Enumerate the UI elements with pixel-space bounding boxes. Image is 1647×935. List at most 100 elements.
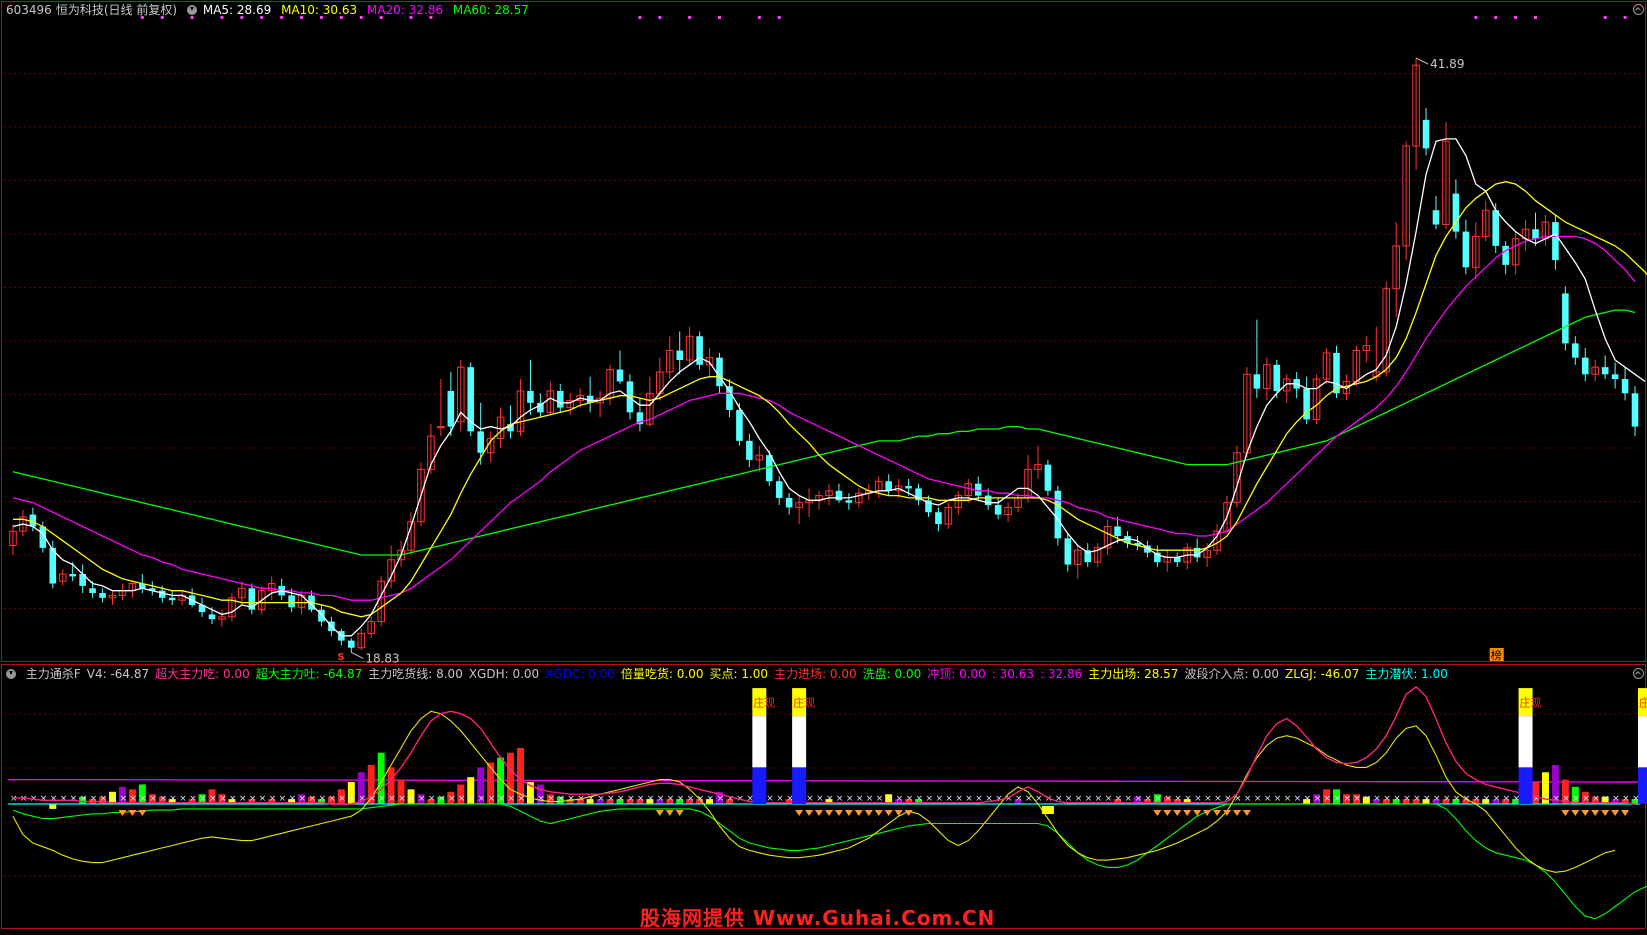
s-marker: S [337,652,344,663]
candle-body-down [1611,374,1619,380]
signal-base [792,767,807,804]
candle-body-down [168,597,176,601]
indicator-label-10: 洗盘: 0.00 [862,667,922,681]
diamond-marker [138,810,147,816]
x-marker: × [677,794,685,804]
signal-label: 庄现 [1520,695,1542,709]
diamond-marker [1601,810,1610,816]
candle-body-down [1114,526,1121,536]
indicator-label-6: XGDC: 0.00 [545,667,615,681]
collapse-icon[interactable] [1633,668,1644,679]
x-marker: × [647,794,655,804]
stock-code: 603496 [6,3,52,17]
candle-body-down [1054,490,1062,539]
indicator-label-3: 超大主力吐: -64.87 [255,667,363,681]
low-price-label: 18.83 [365,651,399,665]
indicator-label-11: 冲顶: 0.00 [927,667,986,681]
diamond-marker [1173,810,1182,816]
candle-body-down [527,390,534,403]
x-marker: × [726,794,734,804]
candle-body-down [1273,364,1281,391]
diamond-marker [1621,810,1630,816]
x-marker: × [627,794,635,804]
diamond-marker [854,810,863,816]
diamond-marker [1232,810,1241,816]
diamond-marker [128,810,137,816]
diamond-marker [1581,810,1590,816]
x-marker: × [90,794,98,804]
candlestick-chart[interactable]: 41.8918.83S 榜× × × × × × × × × × × × × × × × × × × × × × × × × × × ×… [0,0,1647,932]
candle-body-down [1462,231,1470,268]
signal-dot [777,16,781,19]
signal-label: 庄现 [793,695,815,709]
x-marker: × [50,794,58,804]
ma5-label: MA5: 28.69 [202,3,272,17]
x-marker: × [478,794,486,804]
indicator-bar [49,804,57,809]
x-marker: × [1284,794,1292,804]
x-marker: × [1493,794,1501,804]
x-marker: × [498,794,506,804]
yellow-marker [1041,806,1054,814]
signal-mid [752,716,767,768]
ma20-label: MA20: 32.86 [366,3,444,17]
low-pointer [351,652,364,659]
x-marker: × [488,794,496,804]
signal-mid [1518,716,1533,768]
indicator-label-1: V4: -64.87 [86,667,150,681]
flat-line [7,778,1641,783]
dropdown-icon[interactable] [6,669,16,679]
dropdown-icon[interactable] [186,5,197,15]
x-marker: × [1244,794,1252,804]
signal-base [1637,767,1647,804]
signal-dot [1474,16,1478,19]
candle-body-down [288,595,295,608]
candle-body-down [1552,222,1559,261]
signal-mid [1637,716,1647,768]
x-marker: × [1304,794,1312,804]
x-marker: × [537,794,545,804]
diamond-marker [884,810,893,816]
indicator-label-9: 主力进场: 0.00 [774,667,857,681]
indicator-label-15: 波段介入点: 0.00 [1184,667,1280,681]
x-marker: × [80,794,88,804]
candle-body-down [676,350,683,361]
indicator-label-8: 买点: 1.00 [709,667,769,681]
collapse-icon[interactable] [1633,4,1644,15]
candle-body-down [557,390,564,408]
x-marker: × [597,794,605,804]
diamond-marker [1242,810,1251,816]
candle-body-down [1432,210,1440,225]
chart-mode: (日线 前复权) [103,3,178,17]
ma60-line [12,309,1636,556]
diamond-marker [1571,810,1580,816]
indicator-label-17: 主力潜伏: 1.00 [1365,667,1448,681]
ma20-line [12,235,1636,601]
stock-name: 恒为科技 [55,3,104,17]
signal-base [752,767,767,804]
diamond-marker [1163,810,1172,816]
x-marker: × [1264,794,1272,804]
x-marker: × [458,794,466,804]
candle-body-down [785,497,793,508]
candle-body-down [984,495,992,506]
ma5-line [12,138,1646,637]
indicator-label-5: XGDH: 0.00 [468,667,540,681]
signal-base [1518,767,1533,804]
signal-dot [1514,16,1518,19]
x-marker: × [60,794,68,804]
bang-tag: 榜 [1491,648,1502,662]
diamond-marker [864,810,873,816]
x-marker: × [1433,794,1441,804]
candle-body-down [905,486,912,489]
indicator-label-13: : 32.86 [1040,667,1083,681]
candle-body-down [1044,464,1052,491]
x-marker: × [667,794,675,804]
candle-body-down [1502,245,1509,265]
candle-body-down [1064,538,1072,565]
x-marker: × [468,794,476,804]
high-pointer [1415,57,1429,65]
signal-mid [792,716,807,768]
candle-body-down [89,588,96,594]
x-marker: × [707,794,715,804]
